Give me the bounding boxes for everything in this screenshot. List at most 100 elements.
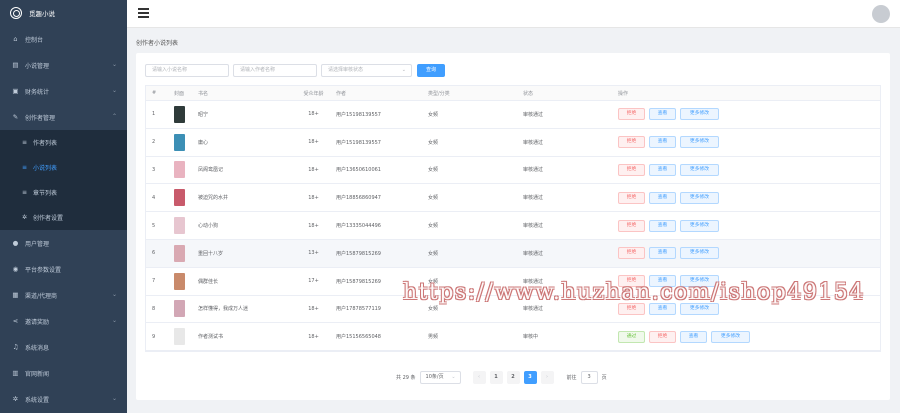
page-size-select[interactable]: 10条/页 ⌄ (419, 371, 461, 384)
status-text: 审核通过 (523, 306, 544, 313)
sidebar-item-3[interactable]: ✎ 创作者管理 ⌃ (0, 104, 127, 130)
status-text: 审核通过 (523, 195, 544, 202)
reject-button[interactable]: 拒绝 (618, 163, 645, 176)
news-icon: ▥ (12, 369, 19, 377)
sidebar-item-0[interactable]: ⌂ 控制台 (0, 26, 127, 52)
col-category: 类型/分类 (428, 90, 450, 97)
app-logo[interactable]: 觅趣小说 (0, 0, 127, 26)
cover-image[interactable] (174, 300, 185, 318)
chevron-down-icon: ⌄ (451, 374, 456, 380)
actions-cell: 拒绝 查看 更多修改 (612, 219, 880, 232)
page-numbers: 123 (489, 371, 537, 384)
status-text: 审核通过 (523, 167, 544, 174)
reject-button[interactable]: 拒绝 (618, 136, 645, 149)
book-name: 被迫咒的水井 (198, 195, 229, 202)
more-edit-button[interactable]: 更多修改 (680, 136, 719, 149)
list-icon: ≡ (21, 189, 28, 196)
status-select-placeholder: 请选择审核状态 (328, 67, 364, 73)
reject-button[interactable]: 拒绝 (618, 219, 645, 232)
reject-button[interactable]: 拒绝 (618, 191, 645, 204)
view-button[interactable]: 查看 (649, 108, 676, 121)
sidebar-item-1[interactable]: ▤ 小说管理 ⌄ (0, 52, 127, 78)
page-3-button[interactable]: 3 (523, 371, 537, 384)
sidebar-item-2[interactable]: ▣ 财务统计 ⌄ (0, 78, 127, 104)
cover-image[interactable] (174, 217, 185, 235)
page-2-button[interactable]: 2 (506, 371, 520, 384)
submenu-item-label: 章节列表 (33, 190, 58, 197)
sidebar-item-label: 用户管理 (25, 240, 50, 248)
cover-image[interactable] (174, 328, 185, 346)
sidebar-item-7[interactable]: ⋖ 邀请奖励 ⌄ (0, 308, 127, 334)
top-header (127, 0, 900, 28)
reject-button[interactable]: 拒绝 (618, 108, 645, 121)
channel-icon: ▦ (12, 291, 19, 299)
more-edit-button[interactable]: 更多修改 (680, 219, 719, 232)
sidebar-item-8[interactable]: ♫ 系统消息 (0, 334, 127, 360)
sidebar-item-6[interactable]: ▦ 渠道/代理商 ⌄ (0, 282, 127, 308)
view-button[interactable]: 查看 (649, 163, 676, 176)
cover-image[interactable] (174, 161, 185, 179)
more-edit-button[interactable]: 更多修改 (680, 247, 719, 260)
view-button[interactable]: 查看 (649, 247, 676, 260)
sidebar-item-10[interactable]: ✲ 系统设置 ⌄ (0, 386, 127, 412)
gear-icon: ✲ (12, 395, 19, 403)
cover-image[interactable] (174, 133, 185, 151)
goto-page-input[interactable]: 3 (580, 371, 598, 384)
author-name: 用户15156565048 (336, 334, 381, 341)
sidebar-menu: ⌂ 控制台 ▤ 小说管理 ⌄ ▣ 财务统计 ⌄ ✎ 创作者管理 ⌃ ≡ 作者列表 ≡ 小说列表 ≡ 章节列表 ✲ 创… (0, 26, 127, 412)
reject-button[interactable]: 拒绝 (618, 247, 645, 260)
next-page-button[interactable]: › (540, 371, 554, 384)
sidebar-item-label: 创作者管理 (25, 114, 56, 122)
table-header: # 封面 书名 受众年龄 作者 类型/分类 状态 操作 (146, 86, 880, 101)
view-button[interactable]: 查看 (649, 219, 676, 232)
cover-image[interactable] (174, 272, 185, 290)
more-edit-button[interactable]: 更多修改 (680, 163, 719, 176)
book-name: 庸心 (198, 139, 209, 146)
gear-icon: ✲ (21, 214, 28, 221)
view-button[interactable]: 查看 (649, 136, 676, 149)
page-1-button[interactable]: 1 (489, 371, 503, 384)
hamburger-menu-icon[interactable] (138, 8, 149, 18)
category: 男频 (428, 334, 439, 341)
submenu-item-2[interactable]: ≡ 章节列表 (0, 180, 127, 205)
sidebar-item-label: 控制台 (25, 36, 44, 44)
table-row: 9 作者测试书 18+ 用户15156565048 男频 审核中 通过 拒绝 查看 更多修改 (146, 323, 880, 352)
sidebar-item-9[interactable]: ▥ 官网新闻 (0, 360, 127, 386)
sidebar-item-5[interactable]: ◉ 平台参数设置 (0, 256, 127, 282)
author-name-input[interactable]: 请输入作者名称 (233, 64, 317, 77)
more-edit-button[interactable]: 更多修改 (680, 191, 719, 204)
more-edit-button[interactable]: 更多修改 (711, 330, 750, 343)
cover-cell (168, 244, 192, 262)
avatar[interactable] (872, 5, 890, 23)
prev-page-button[interactable]: ‹ (472, 371, 486, 384)
reject-button[interactable]: 拒绝 (649, 330, 676, 343)
approve-button[interactable]: 通过 (618, 330, 645, 343)
submenu-item-label: 小说列表 (33, 165, 58, 172)
cover-cell (168, 161, 192, 179)
breadcrumb: 创作者小说列表 (136, 40, 179, 47)
more-edit-button[interactable]: 更多修改 (680, 108, 719, 121)
novel-name-input[interactable]: 请输入小说名称 (145, 64, 229, 77)
author-name: 用户18856860947 (336, 195, 381, 202)
actions-cell: 拒绝 查看 更多修改 (612, 136, 880, 149)
search-button[interactable]: 查询 (417, 64, 445, 77)
col-name: 书名 (198, 90, 209, 97)
cover-image[interactable] (174, 105, 185, 123)
cover-image[interactable] (174, 189, 185, 207)
view-button[interactable]: 查看 (680, 330, 707, 343)
status-select[interactable]: 请选择审核状态 ⌄ (321, 64, 412, 77)
page-size-value: 10条/页 (425, 374, 444, 380)
submenu-item-3[interactable]: ✲ 创作者设置 (0, 205, 127, 230)
submenu-item-1[interactable]: ≡ 小说列表 (0, 155, 127, 180)
cover-image[interactable] (174, 244, 185, 262)
submenu-item-0[interactable]: ≡ 作者列表 (0, 130, 127, 155)
chevron-down-icon: ⌄ (111, 395, 117, 402)
novel-table: # 封面 书名 受众年龄 作者 类型/分类 状态 操作 1 昭宁 18+ 用户1519… (145, 85, 881, 353)
col-status: 状态 (523, 90, 534, 97)
row-index: 3 (152, 166, 156, 173)
table-row: 3 凤阁鸾凰记 18+ 用户13650610061 女频 审核通过 拒绝 查看 更多修改 (146, 157, 880, 185)
book-name: 偶群佳长 (198, 278, 219, 285)
view-button[interactable]: 查看 (649, 191, 676, 204)
book-name: 凤阁鸾凰记 (198, 167, 224, 174)
sidebar-item-4[interactable]: ● 用户管理 (0, 230, 127, 256)
